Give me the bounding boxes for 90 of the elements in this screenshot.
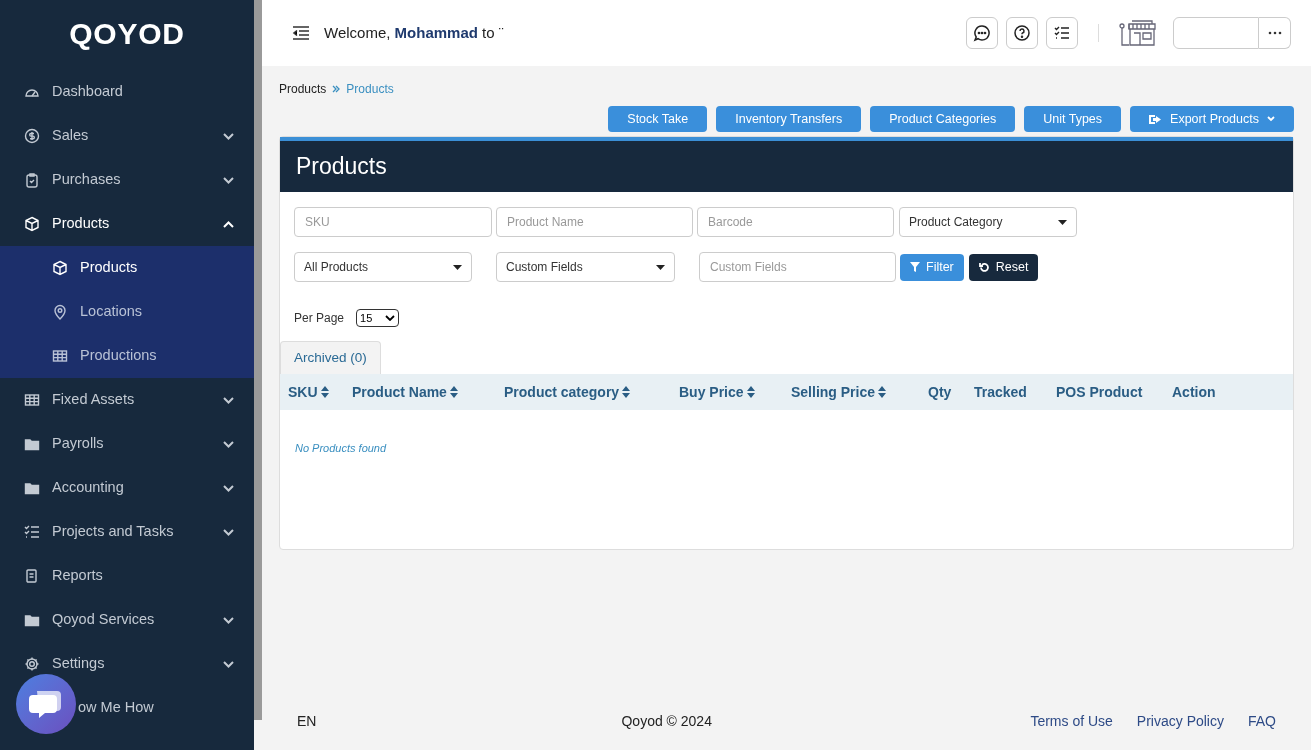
sidebar-item[interactable]: Settings: [0, 642, 254, 686]
sidebar-item[interactable]: Accounting: [0, 466, 254, 510]
caret-icon: [453, 264, 462, 270]
chevron-down-icon: [223, 440, 234, 448]
scrollbar[interactable]: [254, 0, 262, 720]
chevron-down-icon: [223, 396, 234, 404]
column-header[interactable]: Tracked: [974, 381, 1027, 403]
chat-button[interactable]: [16, 674, 76, 734]
filter-icon: [910, 262, 920, 272]
sidebar-item[interactable]: Products: [0, 202, 254, 246]
chevron-down-icon: [223, 484, 234, 492]
sidebar-item[interactable]: Purchases: [0, 158, 254, 202]
grid-icon: [52, 348, 68, 364]
chat-icon[interactable]: [966, 17, 998, 49]
per-page-select[interactable]: 15: [356, 309, 400, 327]
empty-message: No Products found: [295, 442, 387, 454]
column-header[interactable]: SKU: [288, 381, 329, 403]
sidebar-item[interactable]: Sales: [0, 114, 254, 158]
reset-button[interactable]: Reset: [968, 253, 1039, 281]
panel-title: Products: [296, 152, 387, 182]
sidebar-item[interactable]: Qoyod Services: [0, 598, 254, 642]
pin-icon: [52, 304, 68, 320]
sidebar-item[interactable]: Projects and Tasks: [0, 510, 254, 554]
logo: QOYOD: [69, 15, 185, 52]
column-header[interactable]: Product Name: [352, 381, 458, 403]
export-icon: [1149, 113, 1163, 125]
footer-link[interactable]: FAQ: [1248, 710, 1276, 732]
sidebar-subitem[interactable]: Locations: [0, 290, 254, 334]
chevron-down-icon: [223, 660, 234, 668]
sort-icon: [622, 386, 631, 398]
sort-icon: [449, 386, 458, 398]
menu-icon[interactable]: [292, 26, 310, 40]
archived-tab[interactable]: Archived (0): [280, 341, 381, 374]
document-icon: [24, 568, 40, 584]
caret-icon: [1058, 219, 1067, 225]
select-field[interactable]: Custom Fields: [496, 252, 675, 282]
column-header[interactable]: Product category: [504, 381, 631, 403]
footer-link[interactable]: Privacy Policy: [1136, 710, 1224, 732]
sidebar-item[interactable]: Reports: [0, 554, 254, 598]
caret-icon: [656, 264, 665, 270]
select-field[interactable]: All Products: [294, 252, 472, 282]
sidebar-item[interactable]: Payrolls: [0, 422, 254, 466]
more-icon: [1267, 31, 1282, 35]
welcome-text: Welcome, Mohammad to ¨: [324, 22, 504, 43]
grid-icon: [24, 392, 40, 408]
input-field[interactable]: Barcode: [697, 207, 894, 237]
checklist-icon[interactable]: [1046, 17, 1078, 49]
chevron-down-icon: [223, 528, 234, 536]
dollar-icon: [24, 128, 40, 144]
sort-icon: [746, 386, 755, 398]
checklist-icon: [24, 524, 40, 540]
sidebar-item[interactable]: Dashboard: [0, 70, 254, 114]
column-header[interactable]: Selling Price: [791, 381, 887, 403]
company-field[interactable]: [1173, 17, 1259, 49]
chevron-down-icon: [223, 132, 234, 140]
column-header[interactable]: Action: [1172, 381, 1216, 403]
chevron-up-icon: [223, 220, 234, 228]
sidebar-subitem[interactable]: Products: [0, 246, 254, 290]
chat-bubble-icon: [29, 689, 63, 719]
input-field[interactable]: Custom Fields: [699, 252, 896, 282]
select-field[interactable]: Product Category: [899, 207, 1077, 237]
column-header[interactable]: Buy Price: [679, 381, 755, 403]
sidebar-item[interactable]: Fixed Assets: [0, 378, 254, 422]
sidebar-subitem[interactable]: Productions: [0, 334, 254, 378]
input-field[interactable]: Product Name: [496, 207, 693, 237]
chevron-down-icon: [385, 315, 396, 321]
sidebar-item[interactable]: ow Me How: [0, 686, 254, 730]
copyright-text: Qoyod © 2024: [621, 711, 712, 731]
input-field[interactable]: SKU: [294, 207, 492, 237]
breadcrumb-link[interactable]: Products: [279, 80, 327, 98]
folder-icon: [24, 480, 40, 496]
box-icon: [24, 216, 40, 232]
column-header[interactable]: POS Product: [1056, 381, 1143, 403]
gear-icon: [24, 656, 40, 672]
language-link[interactable]: EN: [297, 710, 317, 732]
sort-icon: [878, 386, 887, 398]
folder-icon: [24, 436, 40, 452]
store-icon[interactable]: [1119, 18, 1159, 48]
chevron-down-icon: [223, 176, 234, 184]
folder-icon: [24, 612, 40, 628]
clipboard-icon: [24, 172, 40, 188]
double-chevron-icon: [332, 85, 341, 93]
reset-icon: [978, 261, 990, 273]
sort-icon: [320, 386, 329, 398]
column-header[interactable]: Qty: [928, 381, 952, 403]
chevron-down-icon: [223, 616, 234, 624]
footer-link[interactable]: Terms of Use: [1030, 710, 1113, 732]
box-icon: [52, 260, 68, 276]
help-icon[interactable]: [1006, 17, 1038, 49]
per-page-label: Per Page: [294, 310, 345, 327]
